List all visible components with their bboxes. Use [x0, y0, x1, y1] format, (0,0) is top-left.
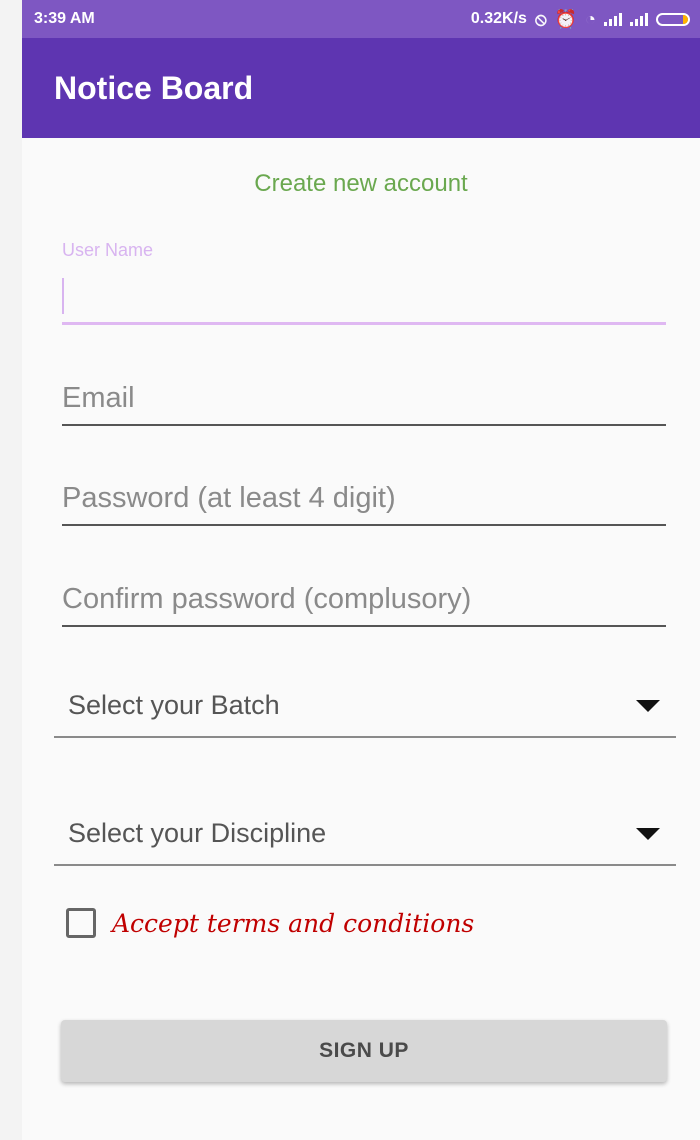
password-underline	[62, 524, 666, 526]
create-account-heading: Create new account	[254, 170, 468, 197]
password-field[interactable]: Password (at least 4 digit)	[62, 482, 666, 526]
network-speed: 0.32K/s	[470, 10, 527, 27]
phone-screen: 3:39 AM 0.32K/s ⦸ ⏰ ◔ Notice Board Creat…	[22, 0, 700, 1140]
batch-spinner[interactable]: Select your Batch	[54, 690, 676, 750]
battery-level-fill	[683, 14, 688, 24]
status-icons: 0.32K/s ⦸ ⏰ ◔	[471, 10, 690, 28]
terms-checkbox[interactable]	[66, 908, 96, 938]
status-bar: 3:39 AM 0.32K/s ⦸ ⏰ ◔	[22, 0, 700, 38]
username-floating-label: User Name	[62, 240, 154, 260]
discipline-spinner[interactable]: Select your Discipline	[54, 818, 676, 878]
confirm-password-underline	[62, 625, 666, 627]
chevron-down-icon	[636, 828, 660, 840]
password-placeholder: Password (at least 4 digit)	[62, 482, 396, 514]
status-time: 3:39 AM	[34, 10, 95, 27]
email-underline	[62, 424, 666, 426]
battery-icon	[656, 12, 690, 26]
discipline-spinner-underline	[54, 864, 676, 866]
signal-icon	[604, 12, 622, 26]
terms-label[interactable]: Accept terms and conditions	[112, 909, 474, 938]
batch-spinner-underline	[54, 736, 676, 738]
signal-icon	[630, 12, 648, 26]
left-gutter	[0, 0, 22, 1140]
email-field[interactable]: Email	[62, 382, 666, 426]
notification-off-icon: ⦸	[534, 9, 547, 29]
batch-spinner-label: Select your Batch	[68, 690, 280, 720]
discipline-spinner-label: Select your Discipline	[68, 818, 327, 848]
app-bar: Notice Board	[22, 38, 700, 138]
signup-button[interactable]: SIGN UP	[61, 1020, 667, 1082]
app-title: Notice Board	[54, 69, 254, 106]
wifi-icon: ◔	[585, 9, 596, 29]
username-underline	[62, 322, 666, 325]
confirm-password-field[interactable]: Confirm password (complusory)	[62, 583, 666, 627]
terms-row: Accept terms and conditions	[66, 908, 474, 938]
confirm-password-placeholder: Confirm password (complusory)	[62, 583, 472, 615]
chevron-down-icon	[636, 700, 660, 712]
email-placeholder: Email	[62, 382, 135, 414]
alarm-icon: ⏰	[554, 9, 578, 29]
username-field[interactable]	[62, 278, 666, 326]
